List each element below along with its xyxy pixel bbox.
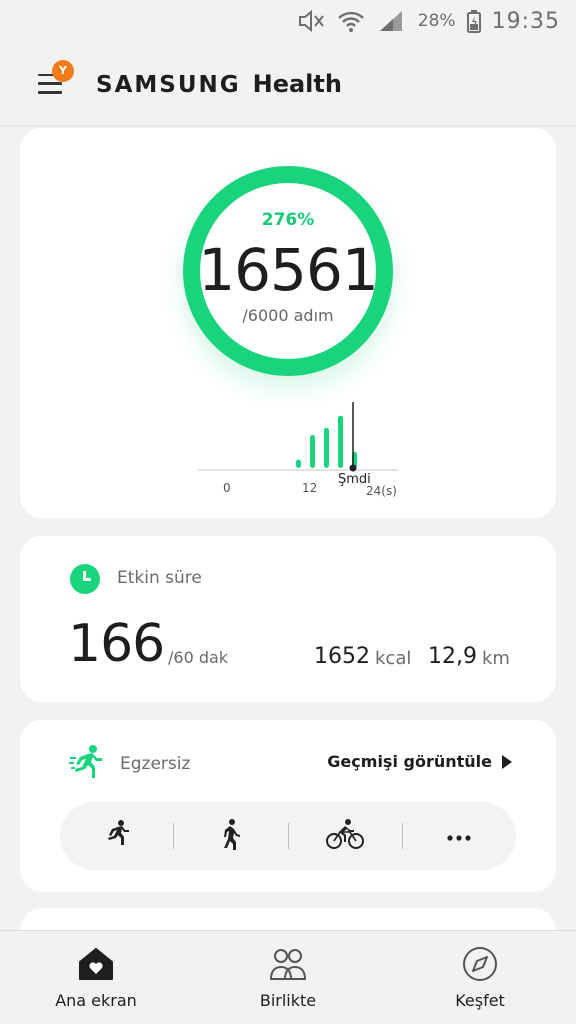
chart-tick-end: 24(s) bbox=[366, 484, 397, 498]
brand-samsung: SAMSUNG bbox=[96, 71, 241, 98]
nav-home[interactable]: Ana ekran bbox=[0, 931, 192, 1024]
calories-value: 1652 bbox=[314, 644, 370, 669]
nav-together[interactable]: Birlikte bbox=[192, 931, 384, 1024]
status-bar: 28% 19:35 bbox=[0, 0, 576, 42]
start-walking-button[interactable] bbox=[174, 802, 287, 870]
exercise-label: Egzersiz bbox=[120, 754, 191, 774]
brand-health: Health bbox=[252, 69, 342, 98]
view-history-button[interactable]: Geçmişi görüntüle bbox=[327, 752, 512, 771]
distance-value: 12,9 bbox=[428, 644, 477, 669]
active-time-goal: /60 dak bbox=[168, 648, 229, 667]
steps-hourly-chart: 0 12 Şmdi 24(s) bbox=[198, 398, 418, 498]
battery-percent: 28% bbox=[417, 11, 456, 31]
notification-badge: Y bbox=[52, 59, 74, 82]
steps-goal: /6000 adım bbox=[242, 306, 334, 325]
steps-count: 16561 bbox=[198, 236, 379, 304]
active-time-card[interactable]: Etkin süre 166 /60 dak 1652 kcal 12,9 km bbox=[20, 536, 556, 702]
running-icon bbox=[104, 819, 130, 853]
wifi-icon bbox=[336, 6, 366, 36]
compass-icon bbox=[461, 945, 499, 983]
home-heart-icon bbox=[77, 945, 115, 983]
active-time-label: Etkin süre bbox=[117, 568, 202, 588]
step-bar bbox=[338, 415, 343, 468]
more-icon bbox=[446, 827, 472, 846]
distance-unit: km bbox=[482, 648, 510, 669]
signal-icon bbox=[376, 6, 406, 36]
view-history-label: Geçmişi görüntüle bbox=[327, 752, 492, 771]
step-bar bbox=[310, 435, 315, 468]
more-activities-button[interactable] bbox=[403, 802, 516, 870]
status-clock: 19:35 bbox=[491, 8, 560, 34]
start-cycling-button[interactable] bbox=[289, 802, 402, 870]
menu-bar bbox=[38, 82, 62, 85]
walking-icon bbox=[219, 818, 243, 854]
nav-discover-label: Keşfet bbox=[455, 991, 505, 1010]
mute-icon bbox=[296, 6, 326, 36]
now-marker-dot bbox=[349, 464, 357, 472]
steps-percent: 276% bbox=[261, 210, 315, 230]
brand-logo: SAMSUNG Health bbox=[96, 70, 342, 98]
bottom-navigation: Ana ekran Birlikte Keşfet bbox=[0, 930, 576, 1024]
nav-discover[interactable]: Keşfet bbox=[384, 931, 576, 1024]
step-bar bbox=[296, 459, 301, 468]
battery-icon bbox=[466, 6, 482, 36]
steps-card[interactable]: 276% 16561 /6000 adım 0 12 Şmdi 24(s) bbox=[20, 128, 556, 518]
running-icon bbox=[68, 744, 104, 780]
chart-tick-mid: 12 bbox=[302, 481, 318, 495]
play-arrow-icon bbox=[502, 754, 512, 769]
nav-home-label: Ana ekran bbox=[55, 991, 137, 1010]
cycling-icon bbox=[326, 818, 365, 854]
people-icon bbox=[269, 945, 307, 983]
start-running-button[interactable] bbox=[60, 802, 173, 870]
step-bar bbox=[324, 427, 329, 468]
app-header: Y SAMSUNG Health bbox=[0, 42, 576, 126]
calories-unit: kcal bbox=[375, 648, 412, 669]
menu-bar bbox=[38, 91, 62, 94]
nav-together-label: Birlikte bbox=[259, 991, 317, 1010]
exercise-card: Egzersiz Geçmişi görüntüle bbox=[20, 720, 556, 892]
active-time-value: 166 bbox=[68, 614, 165, 674]
activity-quick-start bbox=[60, 802, 516, 870]
menu-button[interactable]: Y bbox=[38, 59, 74, 98]
chart-tick-start: 0 bbox=[223, 481, 231, 495]
clock-icon bbox=[70, 564, 100, 594]
